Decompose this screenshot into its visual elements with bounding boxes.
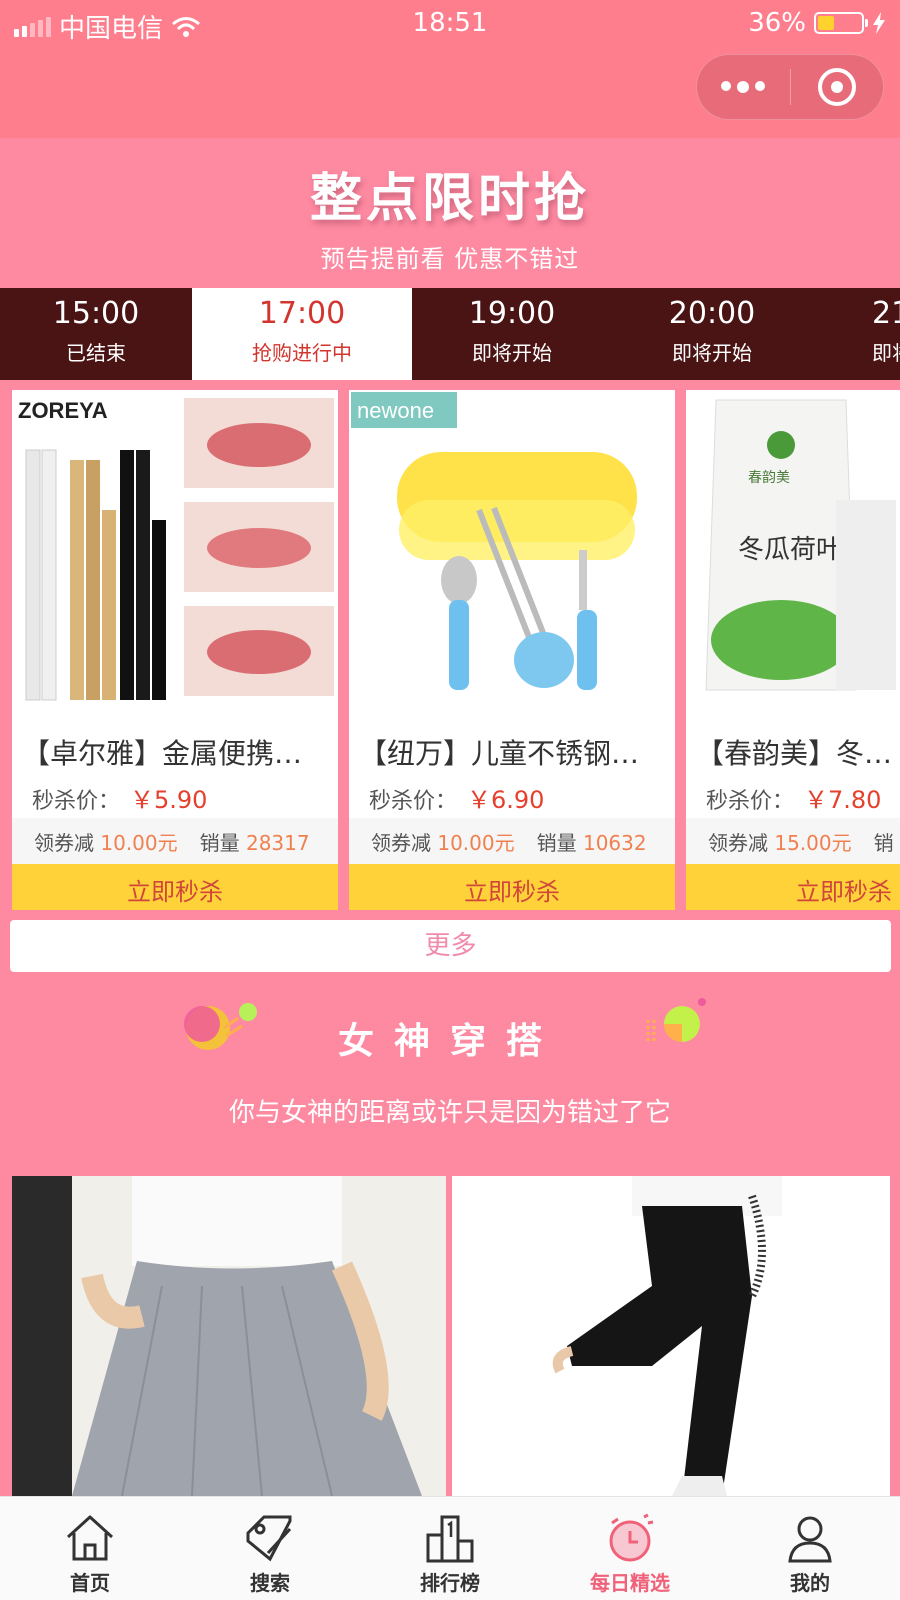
goddess-outfit-header: 女神穿搭 你与女神的距离或许只是因为错过了它	[0, 990, 900, 1140]
time-tab-1500[interactable]: 15:00 已结束	[0, 288, 192, 380]
user-icon	[788, 1516, 832, 1563]
flash-sale-title: 整点限时抢	[309, 169, 590, 229]
tab-daily-picks[interactable]: 每日精选	[540, 1497, 720, 1600]
nav-bar	[0, 46, 900, 138]
product-name: 【卓尔雅】金属便携式唇刷	[22, 737, 328, 770]
sales-label: 销	[873, 830, 894, 855]
time-tab-time: 17:00	[258, 296, 346, 331]
brand-logo: ZOREYA	[18, 398, 108, 423]
tab-label: 每日精选	[590, 1571, 670, 1595]
podium-icon	[426, 1515, 474, 1563]
flash-sale-subtitle: 预告提前看 优惠不错过	[320, 245, 580, 273]
brand-logo: 春韵美	[748, 470, 790, 486]
coupon-value: 10.00元	[100, 830, 178, 855]
product-card[interactable]: newone 【纽万】儿童不锈钢餐具 秒杀价： ￥6.90 领券减 10.00元 …	[349, 390, 675, 910]
mini-program-capsule	[696, 54, 884, 120]
buy-now-button[interactable]: 立即秒杀	[12, 864, 338, 910]
battery-percent: 36%	[748, 8, 806, 38]
battery-icon	[814, 12, 868, 34]
product-name: 【纽万】儿童不锈钢餐具	[359, 737, 665, 770]
decor-bubbles-icon	[184, 1003, 257, 1050]
time-tab-time: 20:00	[668, 296, 756, 331]
charging-icon	[873, 12, 885, 34]
sales-label: 销量	[536, 830, 577, 855]
coupon-label: 领券减	[708, 830, 768, 855]
brand-logo: newone	[357, 398, 434, 423]
home-icon	[66, 1515, 114, 1561]
flash-sale-banner: 整点限时抢 预告提前看 优惠不错过	[0, 138, 900, 288]
time-tab-time: 15:00	[52, 296, 140, 331]
tab-home[interactable]: 首页	[0, 1497, 180, 1600]
goddess-title: 女神穿搭	[337, 1021, 562, 1062]
product-price: 秒杀价： ￥5.90	[32, 780, 207, 815]
price-label: 秒杀价：	[32, 789, 121, 814]
bottom-tab-bar: 首页 搜索 排行榜 每日精选 我的	[0, 1496, 900, 1600]
coupon-label: 领券减	[371, 830, 431, 855]
time-tab-time: 19:00	[468, 296, 556, 331]
tag-icon	[246, 1515, 292, 1562]
goddess-subtitle: 你与女神的距离或许只是因为错过了它	[228, 1098, 671, 1128]
time-tab-status: 即将开始	[472, 341, 552, 365]
tab-label: 首页	[70, 1571, 110, 1595]
sales-value: 28317	[245, 830, 310, 855]
tab-label: 排行榜	[420, 1571, 480, 1595]
close-program-button[interactable]	[791, 55, 884, 119]
outfit-image-skirt[interactable]	[12, 1176, 446, 1496]
time-tab-status: 抢购进行中	[252, 341, 352, 365]
price-label: 秒杀价：	[706, 789, 795, 814]
target-icon	[817, 68, 856, 106]
tab-mine[interactable]: 我的	[720, 1497, 900, 1600]
outfit-image-leggings[interactable]	[452, 1176, 890, 1496]
sales-label: 销量	[199, 830, 240, 855]
time-tab-status: 即将	[872, 341, 900, 365]
price-label: 秒杀价：	[369, 789, 458, 814]
product-name: 【春韵美】冬瓜荷叶茶	[696, 737, 900, 770]
time-tab-2100[interactable]: 21 即将	[812, 288, 900, 380]
product-meta: 领券减 15.00元 销	[686, 818, 900, 864]
time-tab-status: 即将开始	[672, 341, 752, 365]
battery-group: 36%	[748, 8, 886, 38]
more-button[interactable]: 更多	[10, 920, 891, 972]
time-slot-tabs: 15:00 已结束 17:00 抢购进行中 19:00 即将开始 20:00 即…	[0, 288, 900, 380]
outfit-gallery	[0, 1176, 900, 1496]
price-value: ￥7.80	[804, 786, 882, 814]
tab-search[interactable]: 搜索	[180, 1497, 360, 1600]
product-price: 秒杀价： ￥6.90	[369, 780, 544, 815]
tab-label: 搜索	[250, 1571, 290, 1595]
more-menu-button[interactable]	[697, 55, 790, 119]
product-image: newone	[349, 390, 675, 718]
sales-value: 10632	[582, 830, 647, 855]
tab-ranking[interactable]: 排行榜	[360, 1497, 540, 1600]
coupon-value: 10.00元	[437, 830, 515, 855]
product-card[interactable]: ZOREYA 【卓尔雅】金属便携式唇刷 秒杀价： ￥5.90 领券减 10.00…	[12, 390, 338, 910]
product-meta: 领券减 10.00元 销量 10632	[349, 818, 675, 864]
buy-now-button[interactable]: 立即秒杀	[349, 864, 675, 910]
tab-label: 我的	[790, 1571, 830, 1595]
flash-sale-products: ZOREYA 【卓尔雅】金属便携式唇刷 秒杀价： ￥5.90 领券减 10.00…	[0, 380, 900, 910]
coupon-value: 15.00元	[774, 830, 852, 855]
product-image: ZOREYA	[12, 390, 338, 718]
price-value: ￥5.90	[130, 786, 208, 814]
product-meta: 领券减 10.00元 销量 28317	[12, 818, 338, 864]
product-image: 春韵美 冬瓜荷叶茶	[686, 390, 900, 718]
decor-ball-icon	[646, 998, 706, 1042]
time-tab-status: 已结束	[66, 341, 126, 365]
status-bar: 中国电信 18:51 36%	[0, 0, 900, 46]
product-price: 秒杀价： ￥7.80	[706, 780, 881, 815]
time-tab-time: 21	[872, 296, 900, 331]
coupon-label: 领券减	[34, 830, 94, 855]
buy-now-button[interactable]: 立即秒杀	[686, 864, 900, 910]
price-value: ￥6.90	[467, 786, 545, 814]
time-tab-1900[interactable]: 19:00 即将开始	[412, 288, 612, 380]
product-card[interactable]: 春韵美 冬瓜荷叶茶 【春韵美】冬瓜荷叶茶 秒杀价： ￥7.80 领券减 15.00…	[686, 390, 900, 910]
more-dots-icon	[721, 81, 766, 93]
alarm-clock-icon	[609, 1513, 654, 1562]
time-tab-2000[interactable]: 20:00 即将开始	[612, 288, 812, 380]
time-tab-1700[interactable]: 17:00 抢购进行中	[192, 288, 412, 380]
